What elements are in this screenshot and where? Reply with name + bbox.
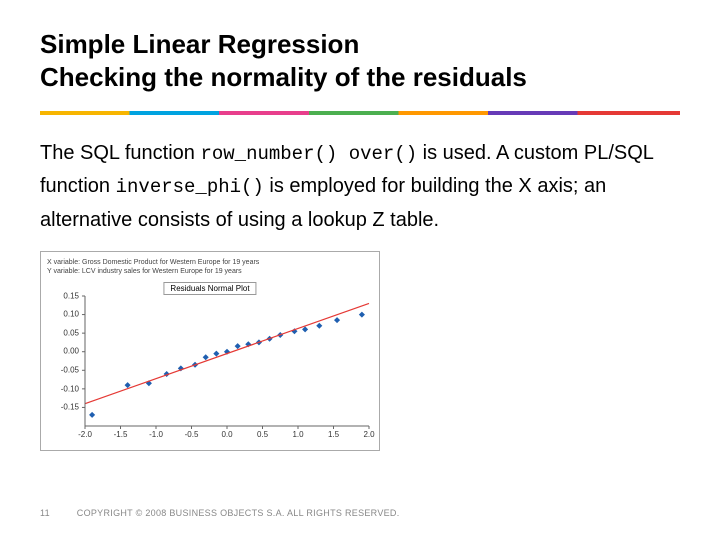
y-tick-label: 0.00 xyxy=(63,347,79,356)
slide-footer: 11 COPYRIGHT © 2008 BUSINESS OBJECTS S.A… xyxy=(40,508,400,518)
plot-area xyxy=(85,296,369,426)
x-tick-label: 1.5 xyxy=(328,430,339,439)
body-paragraph: The SQL function row_number() over() is … xyxy=(40,137,680,237)
y-tick-label: -0.15 xyxy=(61,403,79,412)
chart-meta-y: Y variable: LCV industry sales for Weste… xyxy=(47,267,373,276)
y-axis-ticks: 0.150.100.050.00-0.05-0.10-0.15 xyxy=(47,296,81,426)
y-tick-label: -0.10 xyxy=(61,384,79,393)
chart-title: Residuals Normal Plot xyxy=(163,282,256,295)
x-tick-label: -0.5 xyxy=(185,430,199,439)
x-tick-label: -1.5 xyxy=(114,430,128,439)
title-line-1: Simple Linear Regression xyxy=(40,29,359,59)
y-tick-label: 0.05 xyxy=(63,328,79,337)
x-tick-label: 1.0 xyxy=(292,430,303,439)
body-text-1: The SQL function xyxy=(40,142,200,164)
chart-container: X variable: Gross Domestic Product for W… xyxy=(40,251,380,451)
code-inverse-phi: inverse_phi() xyxy=(116,176,264,198)
x-tick-label: 2.0 xyxy=(363,430,374,439)
page-number: 11 xyxy=(40,508,50,518)
y-tick-label: 0.15 xyxy=(63,291,79,300)
code-row-number: row_number() over() xyxy=(200,143,417,165)
chart-meta: X variable: Gross Domestic Product for W… xyxy=(47,258,373,276)
x-tick-label: 0.5 xyxy=(257,430,268,439)
title-line-2: Checking the normality of the residuals xyxy=(40,62,527,92)
color-divider xyxy=(40,111,680,115)
y-tick-label: -0.05 xyxy=(61,365,79,374)
copyright-text: COPYRIGHT © 2008 BUSINESS OBJECTS S.A. A… xyxy=(77,508,400,518)
slide-title: Simple Linear Regression Checking the no… xyxy=(40,28,680,93)
y-tick-label: 0.10 xyxy=(63,310,79,319)
chart-meta-x: X variable: Gross Domestic Product for W… xyxy=(47,258,373,267)
x-tick-label: -1.0 xyxy=(149,430,163,439)
chart-svg xyxy=(85,296,369,426)
x-tick-label: -2.0 xyxy=(78,430,92,439)
x-tick-label: 0.0 xyxy=(221,430,232,439)
x-axis-ticks: -2.0-1.5-1.0-0.50.00.51.01.52.0 xyxy=(85,430,369,442)
